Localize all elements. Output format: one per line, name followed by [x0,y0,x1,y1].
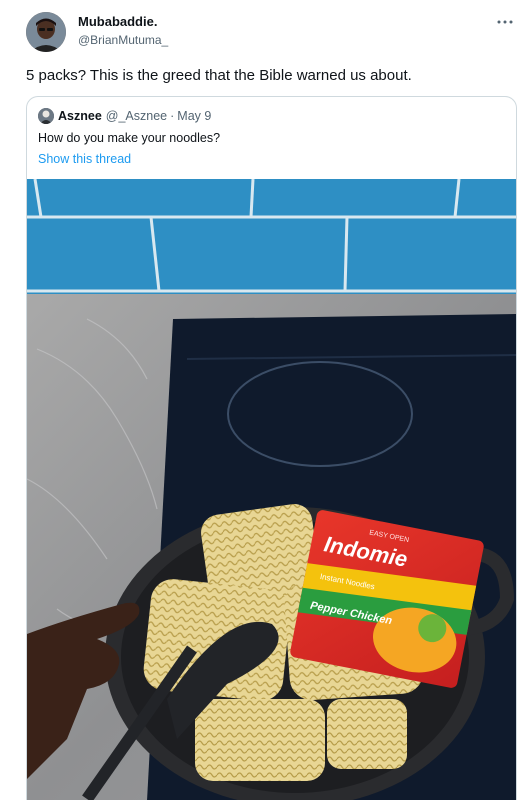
separator-dot: · [170,109,175,123]
quoted-date[interactable]: May 9 [177,109,211,123]
tile-wall [27,179,516,294]
quoted-author-name[interactable]: Asznee [58,109,102,123]
author-handle[interactable]: @BrianMutuma_ [78,32,168,48]
tweet-card: Mubabaddie. @BrianMutuma_ 5 packs? This … [0,0,528,800]
show-thread-link[interactable]: Show this thread [38,150,131,168]
quoted-text: How do you make your noodles? [38,131,221,145]
quoted-avatar[interactable] [38,108,54,124]
author-name[interactable]: Mubabaddie. [78,14,168,30]
quoted-header: Asznee @_Asznee · May 9 [38,107,211,125]
noodle-package: Indomie Instant Noodles Pepper Chicken E… [290,510,484,688]
author-avatar[interactable] [26,12,66,52]
tweet-text: 5 packs? This is the greed that the Bibl… [26,67,412,84]
quoted-author-handle[interactable]: @_Asznee [106,109,167,123]
quoted-photo[interactable]: Indomie Instant Noodles Pepper Chicken E… [27,178,516,800]
author-info: Mubabaddie. @BrianMutuma_ [78,14,168,48]
more-options-icon[interactable] [494,14,516,32]
quoted-tweet[interactable]: Asznee @_Asznee · May 9 How do you make … [26,96,517,800]
